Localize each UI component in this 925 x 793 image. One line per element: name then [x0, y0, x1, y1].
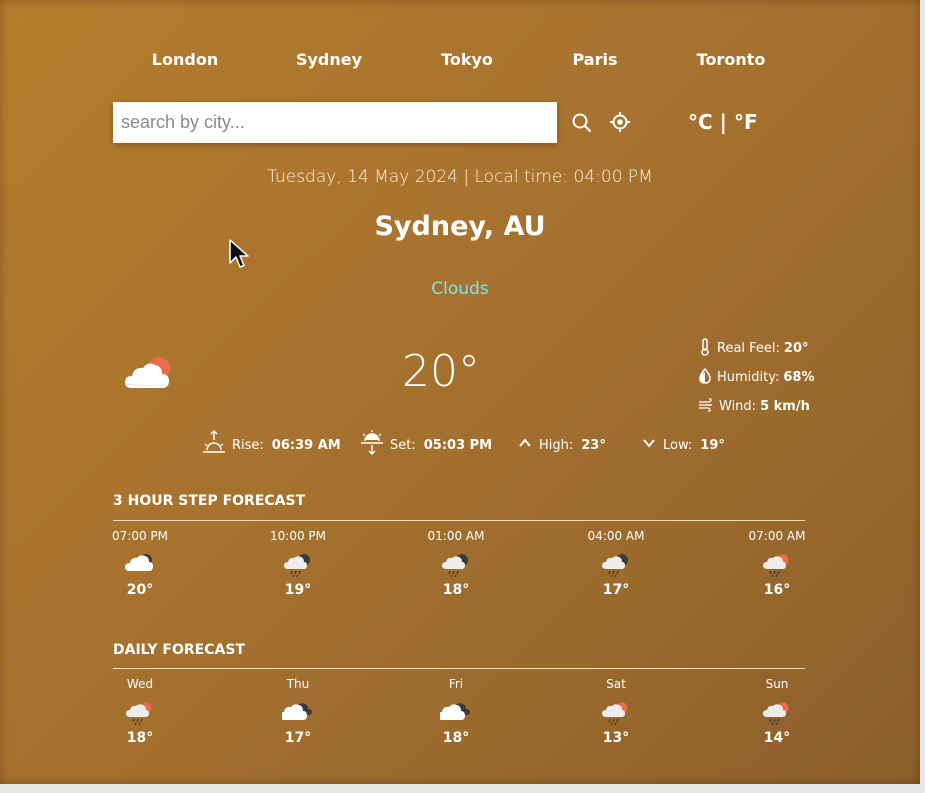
location-title: Sydney, AU [374, 211, 546, 242]
hourly-forecast-temperature: 20° [126, 582, 154, 598]
cloud-sun-rain-icon [95, 695, 185, 729]
cloud-sun-rain-icon [732, 695, 822, 729]
low-label: Low: [663, 437, 693, 453]
cloud-moon-rain-icon [253, 547, 343, 581]
city-links: London Sydney Tokyo Paris Toronto [113, 50, 805, 72]
daily-forecast-item: Wed 18° [95, 677, 185, 746]
mouse-cursor-icon [228, 238, 250, 274]
cloud-sun-icon [122, 352, 178, 398]
daily-forecast-label: Wed [126, 677, 154, 691]
sunset-item: Set: 05:03 PM [360, 430, 492, 460]
hourly-forecast-item: 01:00 AM 18° [411, 529, 501, 598]
location-icon[interactable] [609, 111, 631, 137]
high-item: High: 23° [517, 430, 606, 460]
cloud-sun-rain-icon [732, 547, 822, 581]
humidity-label: Humidity: [717, 370, 780, 385]
hourly-forecast-temperature: 18° [442, 582, 470, 598]
sunrise-value: 06:39 AM [271, 437, 341, 453]
humidity-value: 68% [783, 370, 815, 385]
real-feel-row: Real Feel: 20° [698, 334, 815, 363]
daily-forecast-item: Fri 18° [411, 677, 501, 746]
sunrise-label: Rise: [232, 437, 264, 453]
date-local-time: Tuesday, 14 May 2024 | Local time: 04:00… [267, 167, 653, 187]
hourly-forecast-title: 3 hour step forecast [113, 493, 306, 509]
low-item: Low: 19° [641, 430, 725, 460]
hourly-forecast-item: 10:00 PM 19° [253, 529, 343, 598]
hourly-forecast-item: 07:00 PM 20° [95, 529, 185, 598]
daily-forecast-label: Thu [286, 677, 310, 691]
high-value: 23° [581, 437, 606, 453]
daily-forecast-title: Daily forecast [113, 642, 245, 658]
daily-forecast-temperature: 17° [284, 730, 312, 746]
thermometer-icon [698, 337, 717, 360]
unit-switch: °C | °F [688, 110, 758, 134]
hourly-forecast-label: 10:00 PM [270, 529, 326, 543]
sunset-label: Set: [390, 437, 416, 453]
daily-forecast-item: Thu 17° [253, 677, 343, 746]
hourly-forecast-label: 04:00 AM [587, 529, 645, 543]
humidity-row: Humidity: 68% [698, 363, 815, 392]
daily-forecast-temperature: 18° [442, 730, 470, 746]
wind-value: 5 km/h [760, 399, 810, 414]
hourly-forecast-temperature: 16° [763, 582, 791, 598]
cloud-moon-rain-icon [571, 547, 661, 581]
daily-divider [113, 668, 805, 669]
high-label: High: [539, 437, 574, 453]
chevron-up-icon [517, 436, 533, 454]
sunset-value: 05:03 PM [423, 437, 493, 453]
sunrise-item: Rise: 06:39 AM [202, 430, 341, 460]
daily-forecast-item: Sat 13° [571, 677, 661, 746]
search-icon[interactable] [571, 112, 593, 138]
hourly-forecast-item: 04:00 AM 17° [571, 529, 661, 598]
search-input[interactable] [113, 102, 557, 143]
daily-forecast-label: Sun [765, 677, 789, 691]
daily-forecast-temperature: 14° [763, 730, 791, 746]
hourly-forecast-label: 07:00 AM [748, 529, 806, 543]
wind-icon [698, 397, 719, 416]
sunrise-icon [202, 430, 226, 460]
daily-forecast-temperature: 13° [602, 730, 630, 746]
wind-label: Wind: [719, 399, 757, 414]
cloud-sun-rain-icon [571, 695, 661, 729]
hourly-forecast-temperature: 19° [284, 582, 312, 598]
city-link-tokyo[interactable]: Tokyo [441, 50, 493, 69]
fahrenheit-button[interactable]: °F [734, 110, 758, 134]
chevron-down-icon [641, 436, 657, 454]
daily-forecast-temperature: 18° [126, 730, 154, 746]
city-link-london[interactable]: London [152, 50, 218, 69]
sun-stats: Rise: 06:39 AM Set: 05:03 PM High: 23° L… [0, 430, 920, 460]
celsius-button[interactable]: °C [688, 110, 713, 134]
hourly-forecast-label: 01:00 AM [427, 529, 485, 543]
daily-forecast-label: Sat [606, 677, 626, 691]
low-value: 19° [700, 437, 725, 453]
weather-condition: Clouds [431, 279, 489, 299]
window-edge [920, 0, 925, 793]
city-link-sydney[interactable]: Sydney [296, 50, 362, 69]
wind-row: Wind: 5 km/h [698, 392, 815, 421]
droplet-icon [698, 367, 717, 388]
clouds-icon [253, 695, 343, 729]
hourly-forecast-item: 07:00 AM 16° [732, 529, 822, 598]
hourly-forecast-label: 07:00 PM [112, 529, 168, 543]
daily-forecast-label: Fri [448, 677, 464, 691]
real-feel-label: Real Feel: [717, 341, 780, 356]
daily-forecast-item: Sun 14° [732, 677, 822, 746]
window-edge-bottom [0, 784, 925, 793]
city-link-paris[interactable]: Paris [573, 50, 618, 69]
cloud-moon-rain-icon [411, 547, 501, 581]
weather-details: Real Feel: 20° Humidity: 68% Wind: 5 km/… [698, 334, 815, 421]
hourly-divider [113, 520, 805, 521]
cloud-moon-icon [95, 547, 185, 581]
hourly-forecast-temperature: 17° [602, 582, 630, 598]
clouds-icon [411, 695, 501, 729]
real-feel-value: 20° [783, 341, 809, 356]
city-link-toronto[interactable]: Toronto [697, 50, 766, 69]
sunset-icon [360, 430, 384, 460]
unit-separator: | [719, 110, 727, 134]
current-temperature: 20° [402, 346, 480, 397]
